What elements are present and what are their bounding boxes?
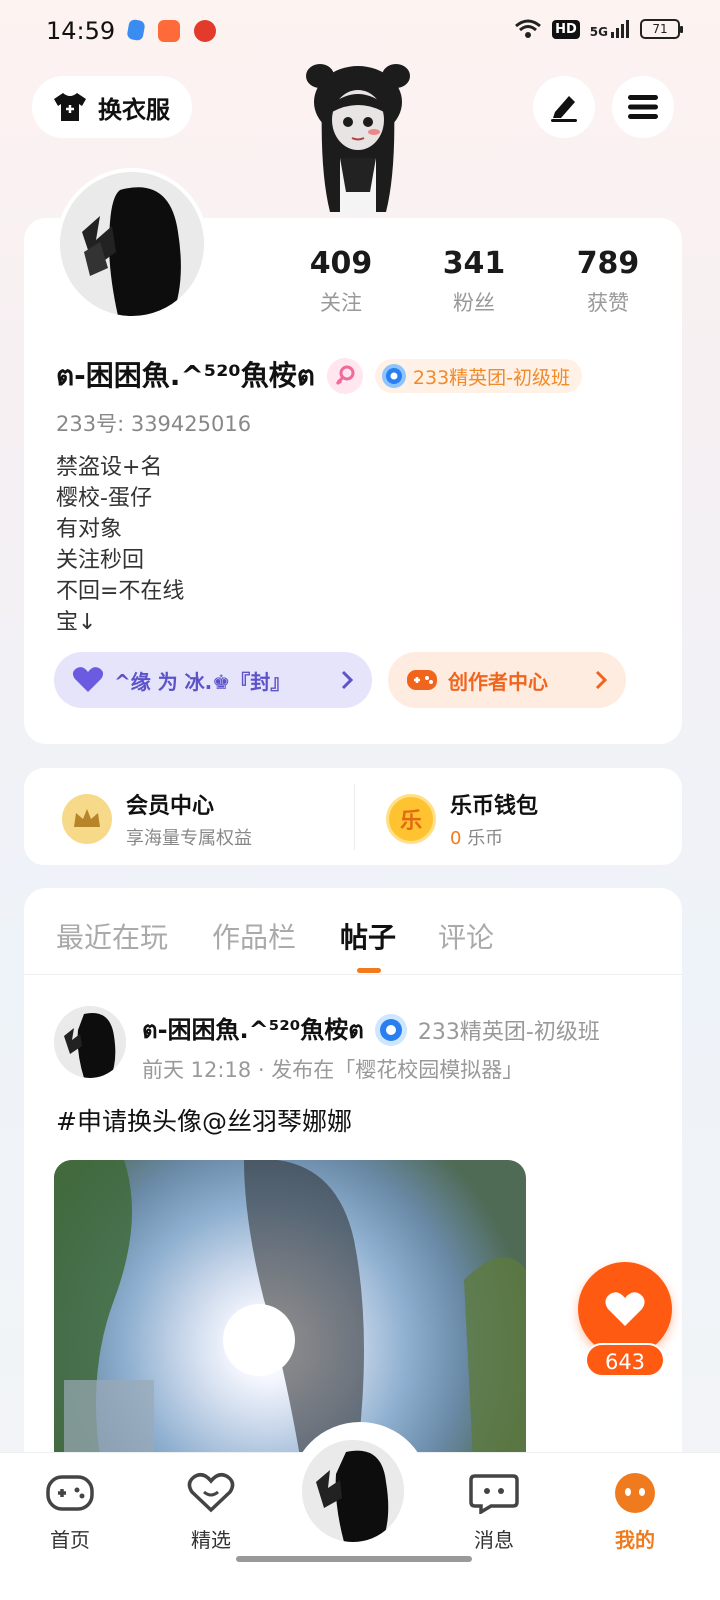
- network-icon: 5G: [590, 19, 630, 39]
- tab-comments[interactable]: 评论: [438, 916, 494, 956]
- vip-subtitle: 享海量专属权益: [126, 828, 252, 849]
- like-count: 643: [585, 1343, 665, 1377]
- nav-messages[interactable]: 消息: [449, 1472, 539, 1553]
- stat-value: 341: [442, 246, 506, 281]
- character-avatar[interactable]: [300, 62, 416, 220]
- post-text[interactable]: #申请换头像@丝羽琴娜娜: [56, 1102, 352, 1138]
- shirt-icon: [54, 93, 86, 121]
- menu-icon: [628, 95, 658, 119]
- wallet-amount: 0: [450, 828, 462, 849]
- outfit-label: 换衣服: [98, 95, 170, 124]
- status-icons: HD 5G 71: [514, 18, 683, 40]
- edit-button[interactable]: [533, 76, 595, 138]
- status-bar: 14:59 HD 5G 71: [0, 0, 720, 62]
- nav-home[interactable]: 首页: [25, 1472, 115, 1553]
- member-card: 会员中心 享海量专属权益 乐 乐币钱包 0 乐币: [24, 768, 682, 865]
- post-author-avatar[interactable]: [54, 1006, 126, 1078]
- stat-followers[interactable]: 341 粉丝: [419, 246, 529, 317]
- nav-me[interactable]: 我的: [590, 1472, 680, 1553]
- tab-posts[interactable]: 帖子: [340, 916, 396, 956]
- profile-avatar[interactable]: [56, 168, 208, 320]
- stat-value: 789: [576, 246, 640, 281]
- message-icon: [469, 1474, 519, 1516]
- user-id: 233号: 339425016: [56, 412, 252, 436]
- gamepad-icon: [407, 670, 437, 690]
- profile-icon: [615, 1473, 655, 1513]
- relation-button[interactable]: ^缘 为 冰.♚『封』: [54, 652, 372, 708]
- gamepad-icon: [46, 1475, 94, 1511]
- creator-center-button[interactable]: 创作者中心: [388, 652, 626, 708]
- tab-recent-play[interactable]: 最近在玩: [56, 916, 168, 956]
- divider: [354, 784, 355, 850]
- profile-name: ต-困困魚.^⁵²⁰魚桉ต: [56, 359, 315, 392]
- female-icon: [326, 358, 363, 394]
- post-meta[interactable]: 前天 12:18 · 发布在「樱花校园模拟器」: [142, 1054, 523, 1084]
- pen-icon: [551, 96, 577, 122]
- status-time: 14:59: [46, 17, 116, 45]
- chevron-right-icon: [341, 670, 354, 690]
- relation-label: ^缘 为 冰.♚『封』: [114, 669, 291, 694]
- post-author-name[interactable]: ต-困困魚.^⁵²⁰魚桉ต: [142, 1010, 364, 1049]
- bio-line: 禁盗设+名: [56, 455, 163, 480]
- like-button[interactable]: [578, 1262, 672, 1356]
- post-author-row: ต-困困魚.^⁵²⁰魚桉ต 233精英团-初级班: [142, 1010, 600, 1049]
- bio-line: 有对象: [56, 517, 123, 542]
- heart-icon: [72, 667, 104, 692]
- nav-center-avatar[interactable]: [298, 1436, 408, 1546]
- heart-icon: [605, 1292, 645, 1326]
- nav-featured[interactable]: 精选: [166, 1472, 256, 1553]
- stat-label: 关注: [320, 291, 362, 315]
- name-row: ต-困困魚.^⁵²⁰魚桉ต 233精英团-初级班: [56, 354, 583, 398]
- wallet-balance: 0 乐币: [450, 824, 538, 850]
- level-tag-label: 233精英团-初级班: [412, 366, 571, 389]
- stat-following[interactable]: 409 关注: [286, 246, 396, 317]
- tab-works[interactable]: 作品栏: [212, 916, 296, 956]
- level-tag[interactable]: 233精英团-初级班: [374, 359, 583, 393]
- creator-label: 创作者中心: [448, 669, 548, 694]
- bio: 禁盗设+名 樱校-蛋仔 有对象 关注秒回 不回=不在线 宝↓: [56, 452, 184, 638]
- stat-likes[interactable]: 789 获赞: [553, 246, 663, 317]
- vip-center[interactable]: 会员中心 享海量专属权益: [62, 788, 252, 850]
- app-notification-icon: [126, 18, 146, 42]
- outfit-button[interactable]: 换衣服: [32, 76, 192, 138]
- stat-label: 获赞: [587, 291, 629, 315]
- nav-label: 我的: [615, 1528, 655, 1552]
- vip-title: 会员中心: [126, 794, 215, 819]
- badge-icon: [381, 364, 406, 388]
- battery-icon: 71: [640, 19, 683, 39]
- heart-outline-icon: [187, 1473, 235, 1513]
- post-image[interactable]: [54, 1160, 526, 1480]
- menu-button[interactable]: [612, 76, 674, 138]
- crown-icon: [62, 794, 112, 844]
- nav-label: 精选: [191, 1528, 231, 1552]
- bio-line: 关注秒回: [56, 548, 145, 573]
- wifi-icon: [515, 19, 542, 38]
- wallet-title: 乐币钱包: [450, 794, 539, 819]
- nav-label: 消息: [474, 1528, 514, 1552]
- tab-indicator: [357, 968, 381, 973]
- coin-wallet[interactable]: 乐 乐币钱包 0 乐币: [386, 788, 538, 850]
- stat-value: 409: [309, 246, 373, 281]
- bio-line: 不回=不在线: [56, 579, 185, 604]
- tab-bar: 最近在玩 作品栏 帖子 评论: [24, 888, 682, 975]
- bio-line: 宝↓: [56, 610, 97, 635]
- hd-icon: HD: [552, 19, 580, 39]
- wallet-unit: 乐币: [467, 828, 504, 849]
- avatar-image: [60, 172, 204, 316]
- home-indicator[interactable]: [236, 1556, 472, 1562]
- coin-icon: 乐: [386, 794, 436, 844]
- nav-label: 首页: [50, 1528, 90, 1552]
- post-author-badge: 233精英团-初级班: [417, 1019, 600, 1045]
- badge-icon: [374, 1013, 407, 1046]
- chevron-right-icon: [595, 670, 608, 690]
- bio-line: 樱校-蛋仔: [56, 486, 152, 511]
- stat-label: 粉丝: [453, 291, 495, 315]
- app-notification-icon: [158, 20, 180, 42]
- app-notification-icon: [194, 20, 216, 42]
